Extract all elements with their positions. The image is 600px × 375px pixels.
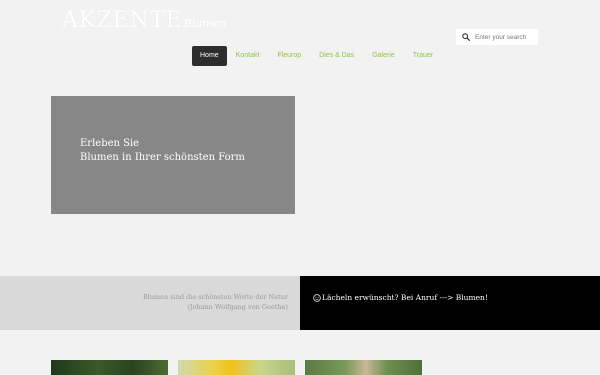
site-logo[interactable]: AKZENTE Blumen: [62, 8, 226, 36]
hero-banner: Erleben Sie Blumen in Ihrer schönsten Fo…: [51, 96, 295, 214]
search-input[interactable]: [473, 33, 537, 41]
logo-main-text: AKZENTE: [62, 8, 183, 33]
quote-author: (Johann Wolfgang von Goethe): [187, 303, 288, 311]
nav-item-kontakt[interactable]: Kontakt: [227, 46, 269, 66]
nav-item-dies-und-das[interactable]: Dies & Das: [310, 46, 363, 66]
search-icon[interactable]: [459, 29, 473, 45]
cta-text: Lächeln erwünscht? Bei Anruf ---> Blumen…: [322, 293, 488, 302]
gallery-thumb-yellow-flower[interactable]: [178, 360, 295, 375]
main-nav: Home Kontakt Fleurop Dies & Das Galerie …: [192, 46, 442, 66]
quote-band: Blumen sind die schönsten Worte der Natu…: [0, 276, 600, 330]
quote-panel: Blumen sind die schönsten Worte der Natu…: [0, 276, 300, 330]
hero-line-1: Erleben Sie: [80, 138, 140, 149]
gallery-thumb-foliage[interactable]: [51, 360, 168, 375]
goethe-quote: Blumen sind die schönsten Worte der Natu…: [143, 292, 288, 312]
nav-item-galerie[interactable]: Galerie: [363, 46, 404, 66]
cta-panel: Lächeln erwünscht? Bei Anruf ---> Blumen…: [300, 276, 600, 330]
nav-item-trauer[interactable]: Trauer: [404, 46, 442, 66]
hero-heading: Erleben Sie Blumen in Ihrer schönsten Fo…: [80, 137, 245, 165]
nav-item-home[interactable]: Home: [192, 46, 227, 66]
quote-text: Blumen sind die schönsten Worte der Natu…: [142, 293, 288, 301]
nav-item-fleurop[interactable]: Fleurop: [268, 46, 310, 66]
gallery-thumb-garden[interactable]: [305, 360, 422, 375]
logo-sub-text: Blumen: [183, 17, 227, 30]
search-box: [456, 29, 538, 45]
cta-text-row: Lächeln erwünscht? Bei Anruf ---> Blumen…: [313, 293, 488, 303]
smile-icon: [313, 294, 321, 302]
hero-line-2: Blumen in Ihrer schönsten Form: [80, 152, 245, 163]
